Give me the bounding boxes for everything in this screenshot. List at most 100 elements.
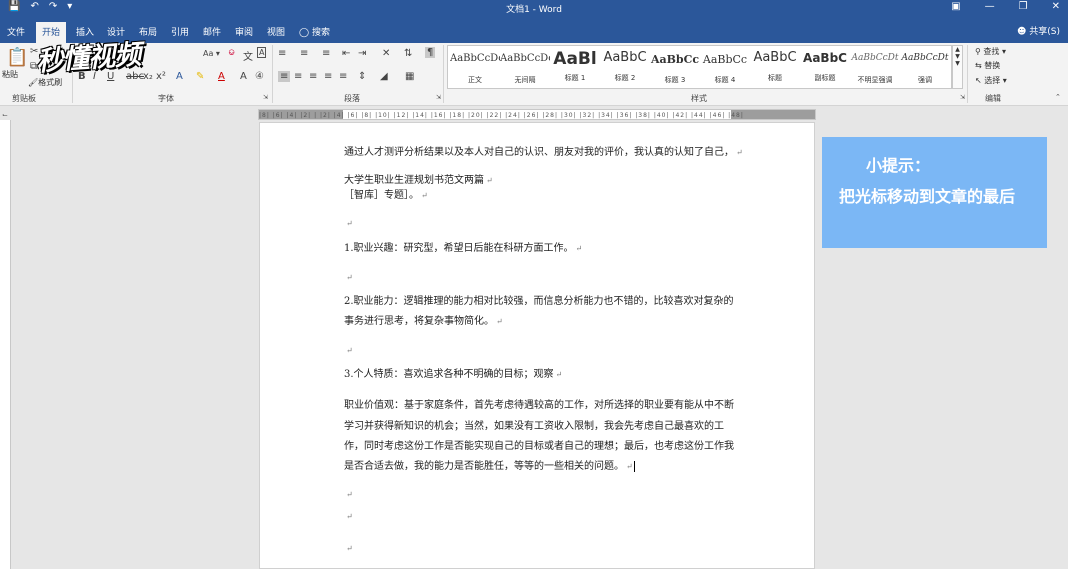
style-normal[interactable]: AaBbCcDc 正文 — [450, 46, 500, 88]
doc-line[interactable]: 事务进行思考，将复杂事物简化。 ↵ — [344, 312, 503, 327]
tab-view[interactable]: 视图 — [267, 22, 285, 43]
show-marks-icon[interactable]: ¶ — [425, 47, 436, 58]
style-subtle-emphasis[interactable]: AaBbCcDt 不明显强调 — [850, 46, 900, 88]
style-heading-2[interactable]: AaBbC 标题 2 — [600, 46, 650, 88]
doc-line[interactable]: ↵ — [344, 543, 353, 554]
doc-line[interactable]: 通过人才测评分析结果以及本人对自己的认识、朋友对我的评价，我认真的认知了自己， ↵ — [344, 143, 743, 158]
doc-line[interactable]: ↵ — [344, 345, 353, 356]
font-color-icon[interactable]: A — [218, 71, 225, 82]
share-label: 共享(S) — [1029, 27, 1060, 37]
clear-format-icon[interactable]: ⎉ — [228, 48, 235, 58]
paragraph-mark-icon: ↵ — [736, 148, 743, 157]
doc-line[interactable]: 学习并获得新知识的机会；当然，如果没有工资收入限制，我会先考虑自己最喜欢的工 — [344, 417, 724, 432]
restore-icon[interactable]: ❐ — [1019, 1, 1028, 12]
paste-button[interactable]: 粘贴 — [2, 69, 18, 80]
doc-line[interactable]: ↵ — [344, 272, 353, 283]
vertical-ruler[interactable] — [0, 120, 11, 569]
increase-indent-icon[interactable]: ⇥ — [358, 48, 366, 59]
shading-icon[interactable]: ◢ — [380, 71, 388, 82]
enclose-char-icon[interactable]: ④ — [255, 71, 264, 82]
align-center-icon[interactable]: ≡ — [294, 71, 302, 82]
doc-line[interactable]: ↵ — [344, 489, 353, 500]
style-name: 无间隔 — [514, 76, 536, 84]
strikethrough-icon[interactable]: abc — [126, 71, 144, 82]
align-left-icon[interactable]: ≡ — [278, 71, 291, 82]
paragraph-mark-icon: ↵ — [346, 490, 353, 499]
font-size-select[interactable]: Aa ▾ — [203, 49, 220, 58]
style-emphasis[interactable]: AaBbCcDt 强调 — [900, 46, 950, 88]
style-no-spacing[interactable]: AaBbCcDc 无间隔 — [500, 46, 550, 88]
separator — [967, 45, 968, 103]
paragraph-mark-icon: ↵ — [346, 346, 353, 355]
minimize-icon[interactable]: — — [985, 1, 995, 12]
doc-line[interactable]: ［智库］专题］。 ↵ — [344, 186, 428, 201]
justify-icon[interactable]: ≡ — [324, 71, 332, 82]
tab-selector-icon[interactable]: ⌙ — [2, 111, 8, 119]
tab-layout[interactable]: 布局 — [139, 22, 157, 43]
more-styles-icon[interactable]: ▼ — [953, 60, 962, 67]
scroll-up-icon[interactable]: ▲ — [953, 46, 962, 53]
style-heading-4[interactable]: AaBbCc 标题 4 — [700, 46, 750, 88]
replace-button[interactable]: ⇆ 替换 — [975, 60, 1000, 71]
sort-icon[interactable]: ⇅ — [404, 48, 412, 59]
doc-line[interactable]: 职业价值观：基于家庭条件，首先考虑待遇较高的工作，对所选择的职业要有能从中不断 — [344, 396, 734, 411]
multilevel-list-icon[interactable]: ≡ — [322, 48, 330, 59]
align-right-icon[interactable]: ≡ — [309, 71, 317, 82]
styles-dialog-launcher-icon[interactable]: ⇲ — [960, 94, 965, 101]
close-icon[interactable]: ✕ — [1052, 1, 1060, 12]
tab-mailings[interactable]: 邮件 — [203, 22, 221, 43]
ribbon-display-icon[interactable]: ▣ — [951, 1, 960, 12]
doc-line[interactable]: ↵ — [344, 218, 353, 229]
styles-gallery-scroll[interactable]: ▲ ▼ ▼ — [952, 45, 963, 89]
tab-file[interactable]: 文件 — [7, 22, 25, 43]
line-spacing-icon[interactable]: ⇕ — [358, 71, 366, 82]
document-page[interactable]: 通过人才测评分析结果以及本人对自己的认识、朋友对我的评价，我认真的认知了自己， ↵… — [259, 122, 815, 569]
distributed-icon[interactable]: ≡ — [339, 71, 347, 82]
select-button[interactable]: ↖ 选择 ▾ — [975, 75, 1007, 86]
collapse-ribbon-icon[interactable]: ⌃ — [1055, 93, 1061, 101]
tab-references[interactable]: 引用 — [171, 22, 189, 43]
tip-text: 把光标移动到文章的最后 — [839, 187, 1016, 206]
doc-line[interactable]: 大学生职业生涯规划书范文两篇 ↵ — [344, 171, 493, 186]
phonetic-icon[interactable]: 文 — [243, 48, 253, 63]
char-border-icon[interactable]: A — [257, 47, 267, 58]
doc-line[interactable]: 2.职业能力：逻辑推理的能力相对比较强，而信息分析能力也不错的，比较喜欢对复杂的 — [344, 292, 734, 307]
paragraph-group-label: 段落 — [344, 94, 360, 103]
style-title[interactable]: AaBbC 标题 — [750, 46, 800, 88]
format-painter-button[interactable]: 🖌格式刷 — [28, 77, 62, 88]
superscript-icon[interactable]: x² — [156, 71, 166, 82]
borders-icon[interactable]: ▦ — [405, 71, 414, 82]
share-button[interactable]: ☻ 共享(S) — [1017, 24, 1060, 37]
window-title: 文档1 - Word — [506, 5, 562, 15]
find-button[interactable]: ⚲ 查找 ▾ — [975, 46, 1006, 57]
subscript-icon[interactable]: x₂ — [143, 71, 153, 82]
numbering-icon[interactable]: ≡ — [300, 48, 308, 59]
decrease-indent-icon[interactable]: ⇤ — [342, 48, 350, 59]
text-effects-icon[interactable]: A — [176, 71, 183, 82]
style-heading-1[interactable]: AaBl 标题 1 — [550, 46, 600, 88]
doc-line[interactable]: 是否合适去做，我的能力是否能胜任，等等的一些相关的问题。 ↵ — [344, 457, 635, 472]
doc-line[interactable]: ↵ — [344, 511, 353, 522]
style-subtitle[interactable]: AaBbC 副标题 — [800, 46, 850, 88]
person-icon: ☻ — [1016, 27, 1027, 37]
doc-line[interactable]: 3.个人特质：喜欢追求各种不明确的目标；观察 ↵ — [344, 365, 562, 380]
doc-line[interactable]: 1.职业兴趣：研究型，希望日后能在科研方面工作。 ↵ — [344, 239, 582, 254]
paragraph-dialog-launcher-icon[interactable]: ⇲ — [436, 94, 441, 101]
style-heading-3[interactable]: AaBbCc 标题 3 — [650, 46, 700, 88]
char-shading-icon[interactable]: A — [240, 71, 247, 82]
horizontal-ruler[interactable]: |8| |6| |4| |2| | |2| |4| |6| |8| |10| |… — [258, 109, 816, 120]
style-name: 副标题 — [814, 74, 836, 82]
style-name: 标题 4 — [714, 76, 736, 84]
bullets-icon[interactable]: ≡ — [278, 48, 286, 59]
chinese-layout-icon[interactable]: ✕ — [382, 48, 390, 59]
style-name: 不明显强调 — [857, 76, 893, 84]
highlight-icon[interactable]: ✎ — [196, 71, 204, 82]
scroll-down-icon[interactable]: ▼ — [953, 53, 962, 60]
tell-me-search[interactable]: ◯ 搜索 — [299, 22, 330, 43]
line-text: 事务进行思考，将复杂事物简化。 — [344, 316, 494, 327]
tab-review[interactable]: 审阅 — [235, 22, 253, 43]
paragraph-mark-icon: ↵ — [555, 370, 563, 379]
font-dialog-launcher-icon[interactable]: ⇲ — [263, 94, 268, 101]
doc-line[interactable]: 作，同时考虑这份工作是否能实现自己的目标或者自己的理想；最后，也考虑这份工作我 — [344, 437, 734, 452]
line-text: ［智库］专题］。 — [344, 190, 419, 201]
